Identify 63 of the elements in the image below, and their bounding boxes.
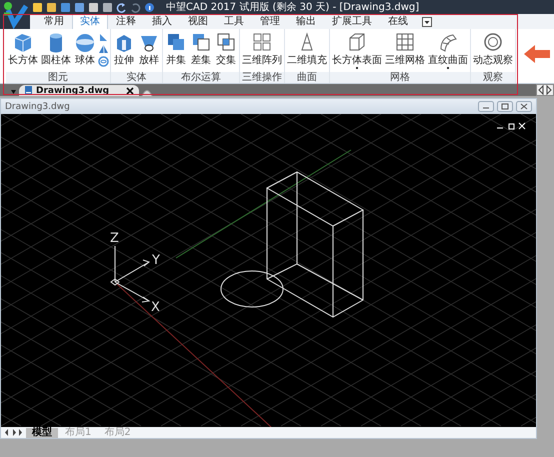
sphere-icon (74, 31, 96, 53)
torus-icon[interactable] (98, 56, 109, 67)
drawing-window-title: Drawing3.dwg (5, 102, 70, 112)
group-label: 观察 (471, 72, 515, 83)
undo-icon[interactable] (116, 2, 127, 12)
group-label: 曲面 (285, 72, 329, 83)
menu-tab[interactable]: 工具 (216, 14, 252, 29)
menu-tab[interactable]: 视图 (180, 14, 216, 29)
layout-nav-icon[interactable] (3, 427, 25, 438)
viewport-controls-icon[interactable] (496, 122, 526, 130)
menu-tab[interactable]: 常用 (36, 14, 72, 29)
window-title: 中望CAD 2017 试用版 (剩余 30 天) - [Drawing3.dwg] (166, 0, 420, 14)
ribbon-button[interactable]: 拉伸 (112, 31, 136, 72)
tab-label: Drawing3.dwg (36, 86, 110, 96)
ribbon-button[interactable]: 动态观察 (472, 31, 514, 72)
close-icon[interactable] (126, 86, 134, 94)
cone-icon[interactable] (98, 32, 109, 43)
menu-tab[interactable]: 在线 (380, 14, 416, 29)
ribbon-button[interactable]: 三维阵列 (241, 31, 283, 72)
dropdown-icon[interactable] (422, 17, 432, 27)
arrow-icon (524, 44, 550, 64)
ribbon-button[interactable]: 差集 (189, 31, 213, 72)
ribbon-button[interactable]: 长方体 (7, 31, 39, 72)
mesh-icon (394, 31, 416, 53)
menu-tab[interactable]: 插入 (144, 14, 180, 29)
ribbon-button[interactable]: 圆柱体 (40, 31, 72, 72)
group-label: 三维操作 (240, 72, 284, 83)
ucs-icon (110, 246, 150, 302)
ribbon-button[interactable]: 放样 (137, 31, 161, 72)
menu-tab[interactable]: 注释 (108, 14, 144, 29)
ribbon-button[interactable]: 球体 (73, 31, 97, 72)
ribbon-button[interactable]: 直纹曲面 (427, 31, 469, 72)
ribbon-button[interactable]: 二维填充 (286, 31, 328, 72)
axis-label: Y (152, 253, 160, 268)
help-icon[interactable] (144, 2, 155, 12)
intersect-icon (215, 31, 237, 53)
group-label: 布尔运算 (163, 72, 239, 83)
app-logo[interactable] (0, 0, 30, 29)
array-icon (251, 31, 273, 53)
group-label: 网格 (330, 72, 470, 83)
ribbon-button[interactable]: 交集 (214, 31, 238, 72)
group-label: 图元 (6, 72, 110, 83)
restore-icon[interactable] (497, 101, 513, 112)
group-label: 实体 (111, 72, 162, 83)
orbit-icon (482, 31, 504, 53)
document-tab[interactable]: Drawing3.dwg (19, 85, 140, 96)
ribbon-button[interactable]: 三维网格 (384, 31, 426, 72)
layout-tab[interactable]: 模型 (26, 428, 58, 438)
menu-tab[interactable]: 实体 (72, 14, 108, 29)
close-icon[interactable] (516, 101, 532, 112)
menu-tab[interactable]: 管理 (252, 14, 288, 29)
box-icon (12, 31, 34, 53)
minimize-icon[interactable] (478, 101, 494, 112)
ellipse-shape (220, 270, 284, 308)
menu-tab[interactable]: 扩展工具 (324, 14, 380, 29)
axis-label: Z (110, 231, 119, 246)
axis-label: X (151, 300, 160, 315)
ribbon-button[interactable]: 长方体表面 (331, 31, 383, 72)
scroll-tabs-icon[interactable] (536, 84, 554, 96)
menu-tab[interactable]: 输出 (288, 14, 324, 29)
pyramid-icon[interactable] (98, 44, 109, 55)
ribbon-button[interactable]: 并集 (164, 31, 188, 72)
union-icon (165, 31, 187, 53)
